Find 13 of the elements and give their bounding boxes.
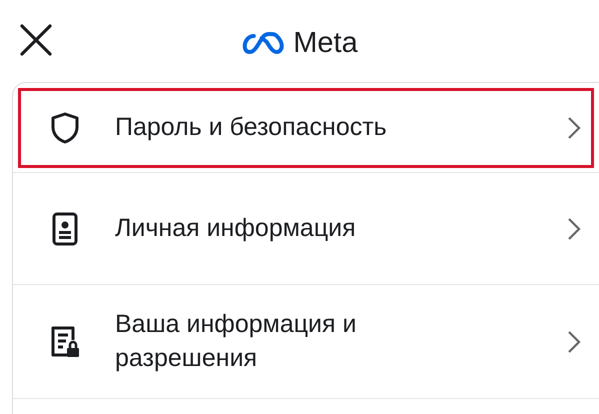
menu-item[interactable]: Пароль и безопасность <box>13 83 599 173</box>
chevron-right-icon <box>567 216 581 240</box>
item-label: Пароль и безопасность <box>115 112 388 143</box>
close-icon <box>18 22 54 58</box>
chevron-right-icon <box>567 116 581 140</box>
chevron-right-icon <box>567 330 581 354</box>
close-button[interactable] <box>18 22 54 58</box>
item-label: Ваша информация и разрешения <box>115 308 358 374</box>
menu-item[interactable]: Ваша информация и разрешения <box>13 285 599 399</box>
item-label: Личная информация <box>115 212 357 244</box>
menu-item[interactable]: Личная информация <box>13 173 599 285</box>
logo-text: Meta <box>293 26 358 61</box>
infinity-logo-icon <box>241 32 286 56</box>
